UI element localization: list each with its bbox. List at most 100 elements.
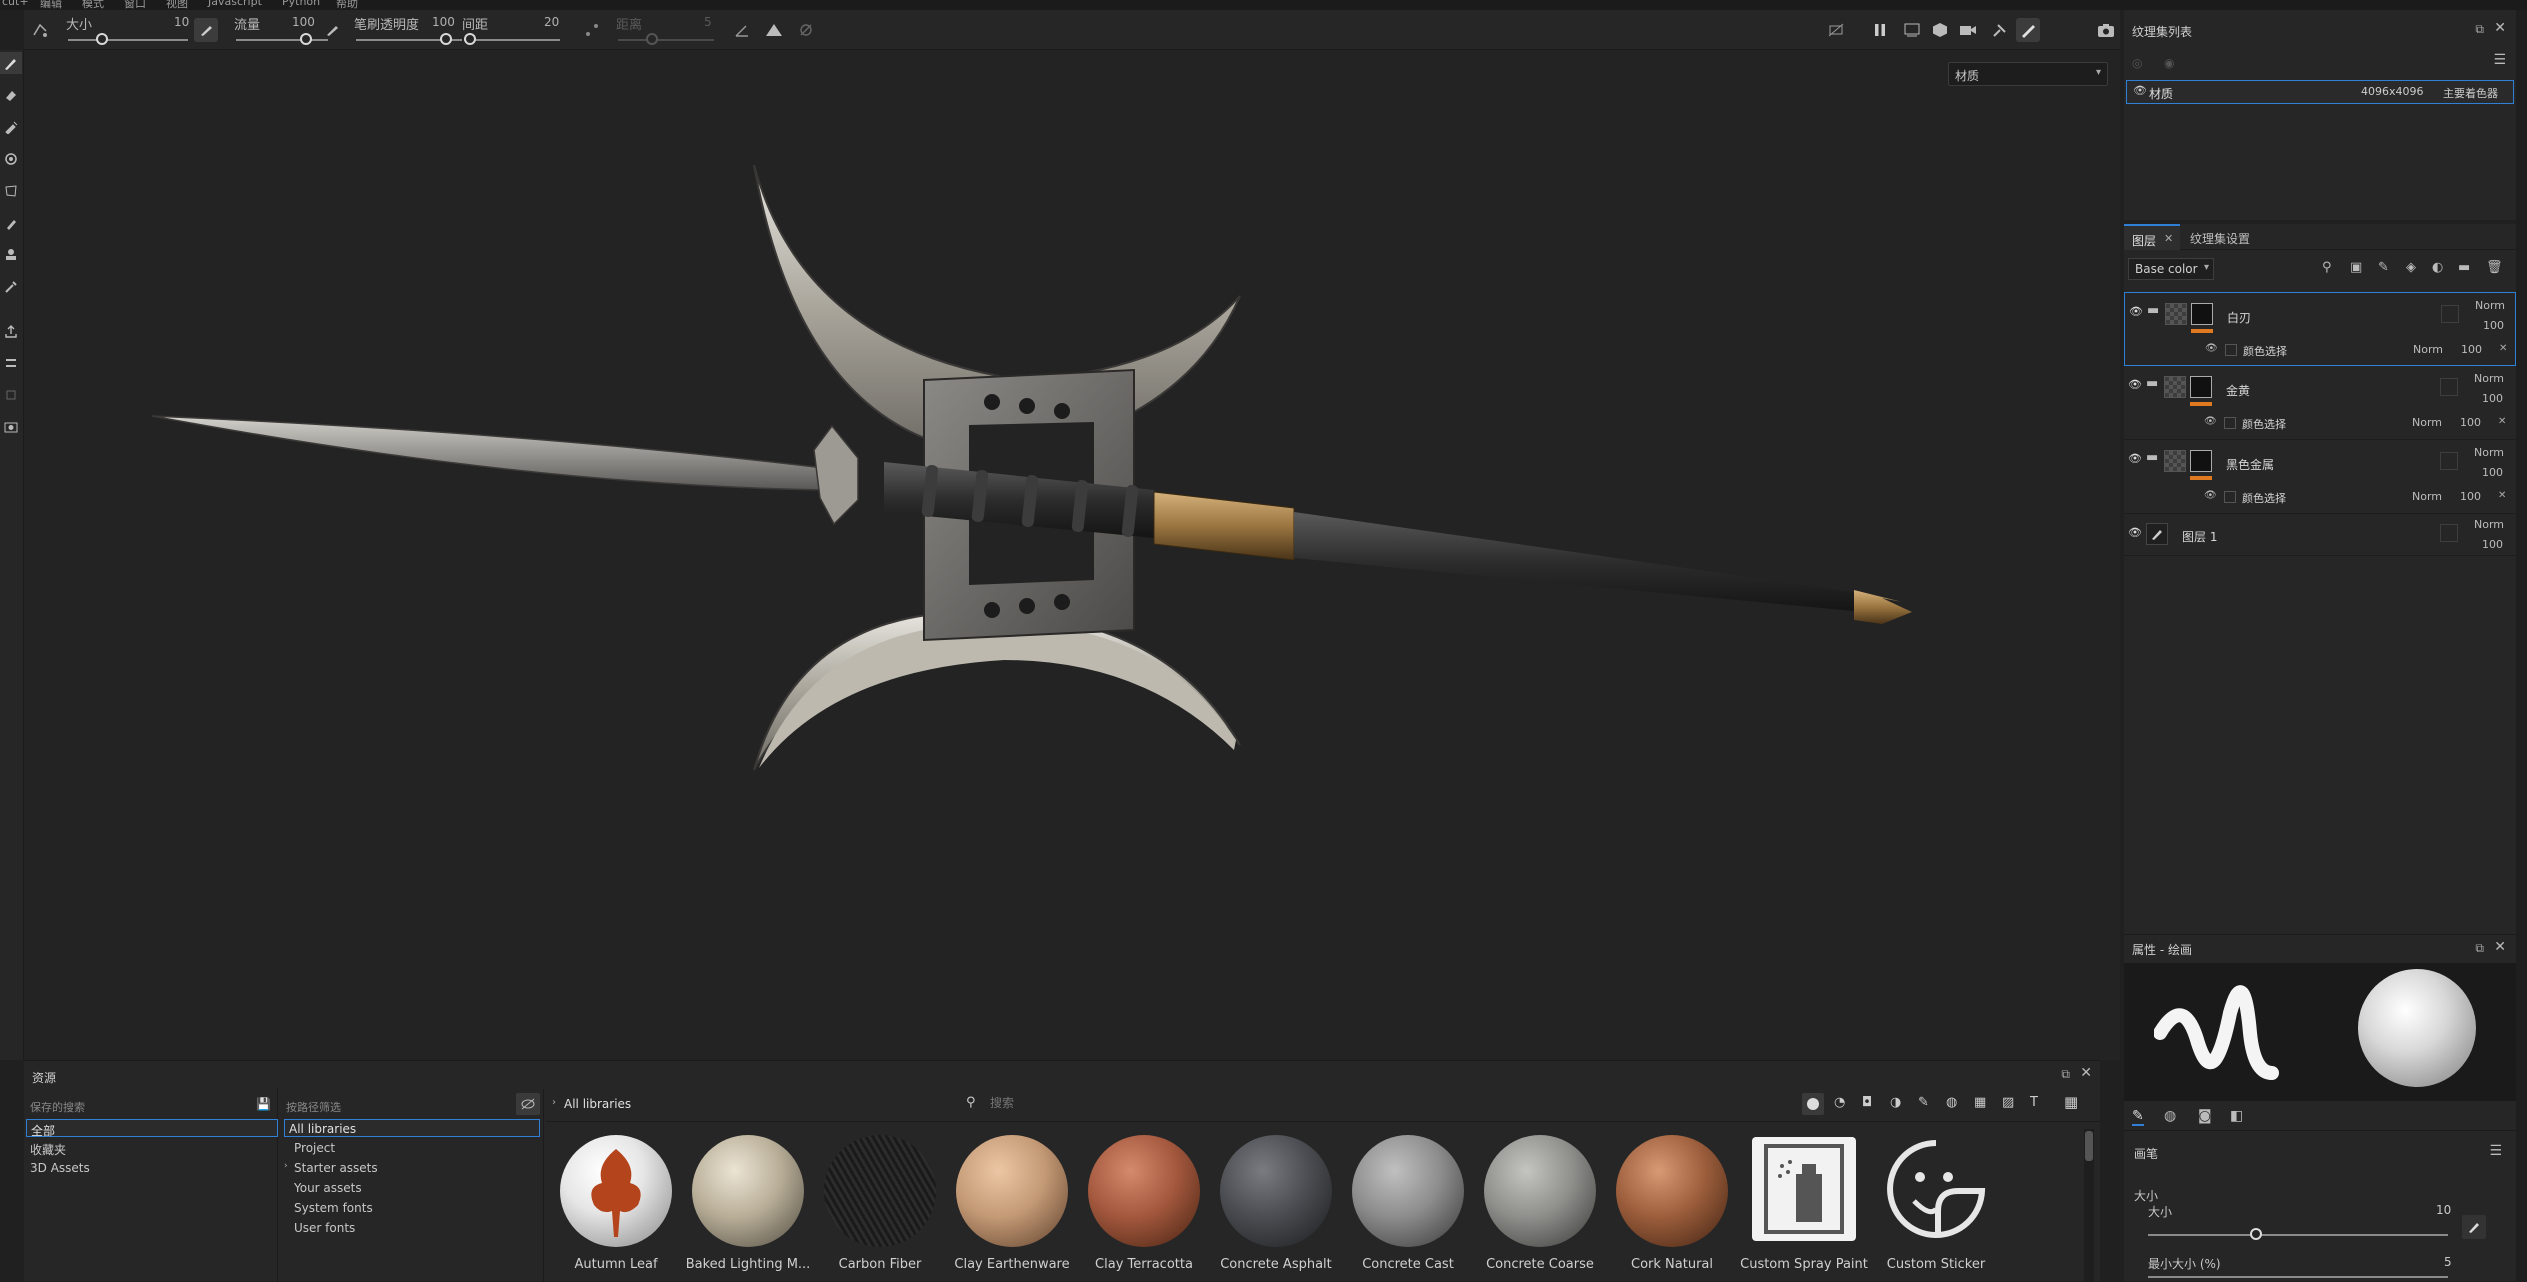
menu-python[interactable]: Python <box>282 0 320 8</box>
brush-size-slider[interactable] <box>2148 1234 2448 1236</box>
size-slider[interactable] <box>68 39 188 41</box>
layer-mask-thumbnail[interactable] <box>2190 450 2212 472</box>
effect-opacity[interactable]: 100 <box>2461 343 2482 356</box>
tab-layers[interactable]: 图层 ✕ <box>2124 224 2180 250</box>
spacing-value[interactable]: 20 <box>544 15 559 29</box>
left-list-item-favorites[interactable]: 收藏夹 <box>30 1141 66 1158</box>
asset-grid-scrollbar[interactable] <box>2084 1129 2094 1282</box>
add-layer-icon[interactable]: ◐ <box>2432 260 2443 275</box>
eye-icon[interactable]: 👁 <box>2129 305 2143 318</box>
geometry-fill-icon[interactable] <box>0 148 22 170</box>
path-item-your-assets[interactable]: Your assets <box>294 1181 362 1195</box>
layer-blend-mode[interactable]: Norm <box>2474 446 2504 459</box>
brush-tab-icon[interactable]: ✎ <box>2132 1108 2144 1126</box>
camera-icon[interactable] <box>1956 18 1980 42</box>
menu-edit[interactable]: 编辑 <box>40 0 62 10</box>
eye-icon[interactable]: 👁 <box>2128 452 2142 465</box>
pause-engine-icon[interactable] <box>1868 18 1892 42</box>
size-value[interactable]: 10 <box>174 15 189 29</box>
brush-size-value[interactable]: 10 <box>2436 1203 2451 1217</box>
view-mode-3d-icon[interactable] <box>1928 18 1952 42</box>
float-panel-icon[interactable]: ⧉ <box>2475 941 2484 956</box>
measure-icon[interactable] <box>0 352 22 374</box>
asset-tile[interactable]: Clay Earthenware <box>946 1129 1078 1282</box>
delete-effect-icon[interactable]: ✕ <box>2499 343 2507 354</box>
channel-select[interactable]: Base color ▾ <box>2128 258 2214 280</box>
screenshot-icon[interactable] <box>2094 18 2118 42</box>
layer-tool-icon[interactable] <box>0 384 22 406</box>
layer-checkbox[interactable] <box>2441 305 2459 323</box>
asset-tile[interactable]: Cork Natural <box>1606 1129 1738 1282</box>
viewport-settings-icon[interactable] <box>1988 18 2012 42</box>
path-item-all-libraries[interactable]: All libraries <box>284 1119 540 1137</box>
effect-opacity[interactable]: 100 <box>2460 490 2481 503</box>
layer-mask-thumbnail[interactable] <box>2191 303 2213 325</box>
delete-effect-icon[interactable]: ✕ <box>2498 416 2506 427</box>
filter-filters-icon[interactable]: ▦ <box>1974 1095 1986 1110</box>
path-item-system-fonts[interactable]: System fonts <box>294 1201 373 1215</box>
size-pressure-icon[interactable] <box>2462 1215 2486 1239</box>
close-icon[interactable]: ✕ <box>2494 20 2506 36</box>
layer-opacity[interactable]: 100 <box>2482 392 2503 405</box>
smudge-icon[interactable] <box>0 212 22 234</box>
layer-checkbox[interactable] <box>2440 378 2458 396</box>
filter-smart-materials-icon[interactable]: ◔ <box>1834 1095 1845 1110</box>
add-mask-icon[interactable]: ▣ <box>2350 260 2362 275</box>
add-fill-layer-icon[interactable]: ◈ <box>2406 260 2416 275</box>
delete-layer-icon[interactable]: 🗑 <box>2486 260 2503 275</box>
effect-name[interactable]: 颜色选择 <box>2242 490 2286 506</box>
list-menu-icon[interactable]: ☰ <box>2493 52 2506 68</box>
scrollbar-thumb[interactable] <box>2085 1131 2093 1161</box>
save-search-icon[interactable]: 💾 <box>256 1097 271 1111</box>
tab-texture-set-settings[interactable]: 纹理集设置 <box>2190 230 2250 247</box>
opacity-value[interactable]: 100 <box>432 15 455 29</box>
path-item-starter-assets[interactable]: Starter assets <box>294 1161 378 1175</box>
polygon-fill-icon[interactable] <box>0 180 22 202</box>
grid-view-icon[interactable]: ▦ <box>2064 1093 2078 1111</box>
layer-name[interactable]: 白刃 <box>2227 309 2251 326</box>
effect-blend-mode[interactable]: Norm <box>2412 490 2442 503</box>
asset-tile-autumn-leaf[interactable]: Autumn Leaf <box>550 1129 682 1282</box>
filter-textures-icon[interactable]: ◘ <box>1862 1095 1872 1110</box>
brush-mode-icon[interactable] <box>2016 18 2040 42</box>
layer-checkbox[interactable] <box>2440 452 2458 470</box>
asset-tile[interactable]: Baked Lighting M... <box>682 1129 814 1282</box>
layer-blend-mode[interactable]: Norm <box>2474 372 2504 385</box>
chevron-right-icon[interactable]: › <box>284 1161 288 1171</box>
effect-name[interactable]: 颜色选择 <box>2242 416 2286 432</box>
eye-icon[interactable]: 👁 <box>2128 526 2142 539</box>
material-tab-icon[interactable]: ◍ <box>2164 1108 2176 1124</box>
breadcrumb[interactable]: All libraries <box>564 1097 631 1111</box>
effect-checkbox[interactable] <box>2225 344 2237 356</box>
layer-row-black-metal[interactable]: 👁 ▬ 黑色金属 Norm 100 👁 颜色选择 Norm 100 ✕ <box>2124 440 2516 514</box>
eye-icon[interactable]: 👁 <box>2204 490 2217 501</box>
close-icon[interactable]: ✕ <box>2164 232 2173 245</box>
filter-smart-masks-icon[interactable]: ◑ <box>1890 1095 1901 1110</box>
effect-checkbox[interactable] <box>2224 491 2236 503</box>
size-pressure-icon[interactable] <box>194 18 218 42</box>
left-list-item-all[interactable]: 全部 <box>26 1119 278 1138</box>
visibility-link-icon[interactable]: ◎ <box>2132 56 2142 70</box>
menu-help[interactable]: 帮助 <box>336 0 358 10</box>
menu-javascript[interactable]: Javascript <box>208 0 262 8</box>
stencil-tab-icon[interactable]: ◧ <box>2230 1108 2243 1124</box>
left-list-item-3d-assets[interactable]: 3D Assets <box>30 1161 90 1175</box>
lazy-mouse-icon[interactable] <box>28 18 52 42</box>
flow-pressure-icon[interactable] <box>320 18 344 42</box>
asset-search-input[interactable] <box>990 1093 1470 1113</box>
filter-fonts-icon[interactable]: T <box>2030 1095 2038 1110</box>
layer-checkbox[interactable] <box>2440 524 2458 542</box>
asset-tile[interactable]: Concrete Coarse <box>1474 1129 1606 1282</box>
asset-tile[interactable]: Custom Sticker <box>1870 1129 2002 1282</box>
layer-opacity[interactable]: 100 <box>2482 538 2503 551</box>
effect-blend-mode[interactable]: Norm <box>2413 343 2443 356</box>
flow-slider[interactable] <box>236 39 328 41</box>
asset-tile[interactable]: Custom Spray Paint <box>1738 1129 1870 1282</box>
menu-cut[interactable]: cut+ <box>2 0 29 8</box>
float-panel-icon[interactable]: ⧉ <box>2475 22 2484 37</box>
view-mode-2d-icon[interactable] <box>1900 18 1924 42</box>
min-size-slider[interactable] <box>2148 1276 2448 1278</box>
texture-set-row[interactable]: 👁 材质 4096x4096 主要着色器 <box>2126 80 2514 104</box>
asset-tile[interactable]: Concrete Asphalt <box>1210 1129 1342 1282</box>
asset-tile[interactable]: Carbon Fiber <box>814 1129 946 1282</box>
